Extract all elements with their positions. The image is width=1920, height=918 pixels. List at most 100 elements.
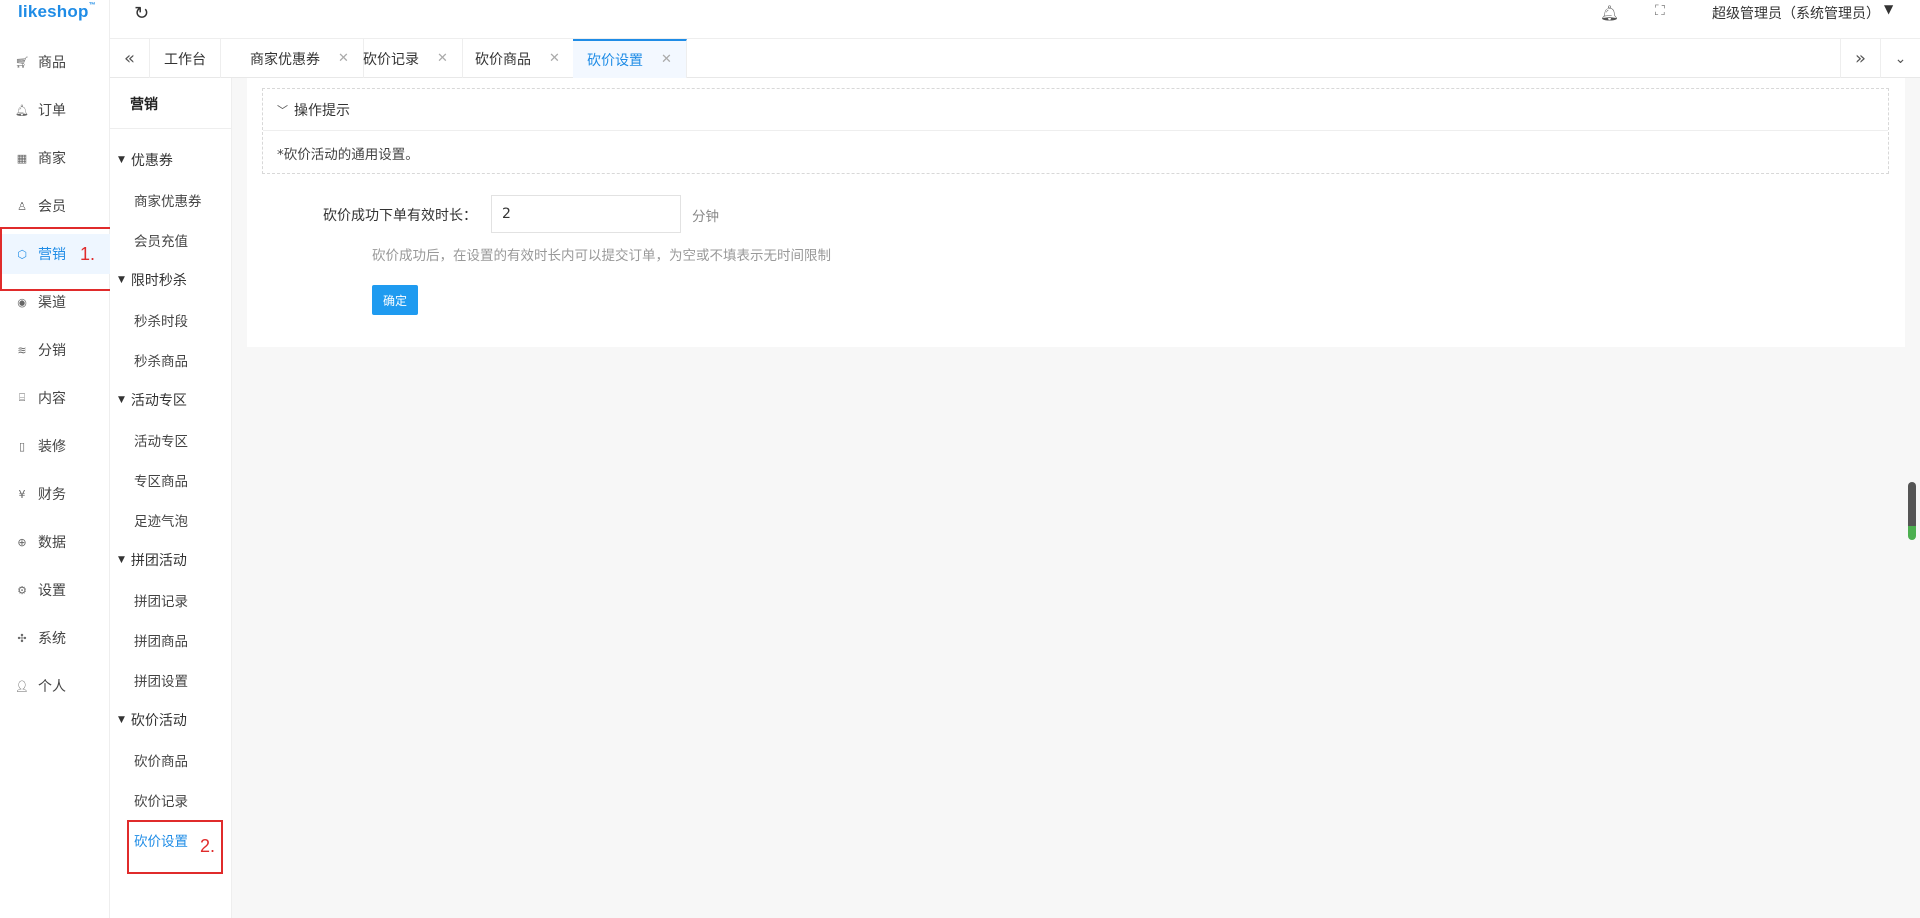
tab-scroll-left-icon[interactable]: « bbox=[110, 39, 150, 78]
nav-item-system[interactable]: ✣ 系统 bbox=[0, 618, 110, 658]
caret-down-icon: ▼ bbox=[118, 275, 125, 285]
confirm-button[interactable]: 确定 bbox=[372, 285, 418, 315]
sub-group-label: 砍价活动 bbox=[130, 713, 187, 729]
close-icon[interactable]: ✕ bbox=[437, 51, 448, 66]
sub-group-activity-zone[interactable]: ▼ 活动专区 bbox=[118, 390, 187, 410]
nav-item-members[interactable]: ♙ 会员 bbox=[0, 186, 110, 226]
nav-label: 内容 bbox=[38, 391, 66, 407]
duration-unit: 分钟 bbox=[692, 209, 719, 225]
sub-item-activity-zone[interactable]: 活动专区 bbox=[134, 430, 188, 450]
annotation-step2-label: 2. bbox=[200, 836, 216, 856]
store-icon: ▦ bbox=[16, 151, 28, 165]
yen-icon: ¥ bbox=[18, 487, 26, 501]
sub-item-group-records[interactable]: 拼团记录 bbox=[134, 590, 188, 610]
tab-merchant-coupons[interactable]: 商家优惠券 ✕ bbox=[236, 39, 364, 78]
globe-icon: ⊕ bbox=[17, 535, 27, 549]
nav-label: 设置 bbox=[38, 583, 66, 599]
tab-label: 砍价设置 bbox=[587, 52, 643, 69]
nav-label: 个人 bbox=[38, 679, 66, 695]
tab-label: 商家优惠券 bbox=[250, 51, 320, 68]
nav-item-personal[interactable]: 👤︎ 个人 bbox=[0, 666, 110, 706]
nav-label: 分销 bbox=[38, 343, 66, 359]
top-header: ↻ 🔔︎ ⛶ 超级管理员（系统管理员） ▼ bbox=[110, 0, 1920, 38]
nav-label: 系统 bbox=[38, 631, 66, 647]
sub-item-merchant-coupons[interactable]: 商家优惠券 bbox=[134, 190, 202, 210]
sub-item-flash-slots[interactable]: 秒杀时段 bbox=[134, 310, 188, 330]
divider bbox=[110, 128, 232, 129]
sub-group-label: 活动专区 bbox=[130, 393, 187, 409]
nav-label: 订单 bbox=[38, 103, 66, 119]
tab-label: 砍价商品 bbox=[475, 51, 531, 68]
tab-dashboard[interactable]: 工作台 bbox=[150, 39, 221, 78]
sub-group-label: 拼团活动 bbox=[130, 553, 187, 569]
tips-panel: ﹀ 操作提示 *砍价活动的通用设置。 bbox=[262, 88, 1889, 174]
duration-help-text: 砍价成功后，在设置的有效时长内可以提交订单，为空或不填表示无时间限制 bbox=[372, 248, 831, 264]
nav-item-data[interactable]: ⊕ 数据 bbox=[0, 522, 110, 562]
settings-card: ﹀ 操作提示 *砍价活动的通用设置。 砍价成功下单有效时长： 分钟 砍价成功后，… bbox=[247, 78, 1905, 347]
refresh-icon[interactable]: ↻ bbox=[134, 3, 149, 24]
scrollbar-thumb[interactable] bbox=[1908, 482, 1916, 540]
sub-group-label: 限时秒杀 bbox=[130, 273, 187, 289]
sub-item-zone-products[interactable]: 专区商品 bbox=[134, 470, 188, 490]
sub-item-bargain-products[interactable]: 砍价商品 bbox=[134, 750, 188, 770]
sub-group-coupons[interactable]: ▼ 优惠券 bbox=[118, 150, 173, 170]
sub-group-label: 优惠券 bbox=[130, 153, 173, 169]
nav-label: 财务 bbox=[38, 487, 66, 503]
nav-item-content[interactable]: ⌸ 内容 bbox=[0, 378, 110, 418]
tab-label: 工作台 bbox=[164, 51, 206, 68]
nav-item-distribution[interactable]: ≋ 分销 bbox=[0, 330, 110, 370]
tips-header[interactable]: ﹀ 操作提示 bbox=[263, 89, 1888, 131]
gear-icon: ⚙ bbox=[17, 583, 27, 597]
nav-item-settings[interactable]: ⚙ 设置 bbox=[0, 570, 110, 610]
nav-label: 数据 bbox=[38, 535, 66, 551]
user-name[interactable]: 超级管理员（系统管理员） bbox=[1712, 3, 1880, 23]
sub-item-bargain-records[interactable]: 砍价记录 bbox=[134, 790, 188, 810]
nav-item-orders[interactable]: 🔔︎ 订单 bbox=[0, 90, 110, 130]
layers-icon: ≋ bbox=[17, 343, 27, 357]
tab-menu-chevron-down-icon[interactable]: ⌄ bbox=[1880, 39, 1920, 78]
sub-item-group-products[interactable]: 拼团商品 bbox=[134, 630, 188, 650]
caret-down-icon: ▼ bbox=[118, 155, 125, 165]
tab-scroll-right-icon[interactable]: » bbox=[1840, 39, 1880, 78]
close-icon[interactable]: ✕ bbox=[549, 51, 560, 66]
sub-item-group-settings[interactable]: 拼团设置 bbox=[134, 670, 188, 690]
nav-label: 商家 bbox=[38, 151, 66, 167]
close-icon[interactable]: ✕ bbox=[338, 51, 349, 66]
nav-item-merchants[interactable]: ▦ 商家 bbox=[0, 138, 110, 178]
bell-icon: 🔔︎ bbox=[15, 103, 29, 117]
notification-bell-icon[interactable]: 🔔︎ bbox=[1600, 4, 1619, 22]
sub-item-flash-products[interactable]: 秒杀商品 bbox=[134, 350, 188, 370]
tab-bargain-products[interactable]: 砍价商品 ✕ bbox=[461, 39, 575, 78]
sub-item-member-recharge[interactable]: 会员充值 bbox=[134, 230, 188, 250]
tab-bargain-records[interactable]: 砍价记录 ✕ bbox=[349, 39, 463, 78]
tab-label: 砍价记录 bbox=[363, 51, 419, 68]
tips-title: 操作提示 bbox=[294, 102, 350, 119]
sub-group-group-buy[interactable]: ▼ 拼团活动 bbox=[118, 550, 187, 570]
chevron-down-icon[interactable]: ▼ bbox=[1884, 2, 1893, 16]
annotation-step1-label: 1. bbox=[80, 244, 96, 264]
close-icon[interactable]: ✕ bbox=[661, 52, 672, 67]
sub-group-flash-sale[interactable]: ▼ 限时秒杀 bbox=[118, 270, 187, 290]
caret-down-icon: ▼ bbox=[118, 395, 125, 405]
nav-item-channels[interactable]: ◉ 渠道 bbox=[0, 282, 110, 322]
chevron-down-icon: ﹀ bbox=[277, 103, 288, 117]
nav-item-decoration[interactable]: ▯ 装修 bbox=[0, 426, 110, 466]
logo: likeshop™ bbox=[18, 2, 96, 22]
nav-label: 渠道 bbox=[38, 295, 66, 311]
system-icon: ✣ bbox=[17, 631, 27, 645]
sub-group-bargain[interactable]: ▼ 砍价活动 bbox=[118, 710, 187, 730]
nav-label: 装修 bbox=[38, 439, 66, 455]
duration-input[interactable] bbox=[491, 195, 681, 233]
duration-label: 砍价成功下单有效时长： bbox=[323, 208, 477, 224]
sub-item-bargain-settings[interactable]: 砍价设置 bbox=[134, 830, 188, 850]
nav-label: 商品 bbox=[38, 55, 66, 71]
nav-item-products[interactable]: 🛒︎ 商品 bbox=[0, 42, 110, 82]
fullscreen-icon[interactable]: ⛶ bbox=[1655, 3, 1665, 19]
sub-item-footprint-bubble[interactable]: 足迹气泡 bbox=[134, 510, 188, 530]
logo-text: likeshop bbox=[18, 2, 89, 21]
caret-down-icon: ▼ bbox=[118, 555, 125, 565]
book-icon: ⌸ bbox=[18, 391, 26, 404]
logo-trademark: ™ bbox=[88, 2, 96, 9]
nav-item-finance[interactable]: ¥ 财务 bbox=[0, 474, 110, 514]
tab-bargain-settings[interactable]: 砍价设置 ✕ bbox=[573, 39, 687, 78]
